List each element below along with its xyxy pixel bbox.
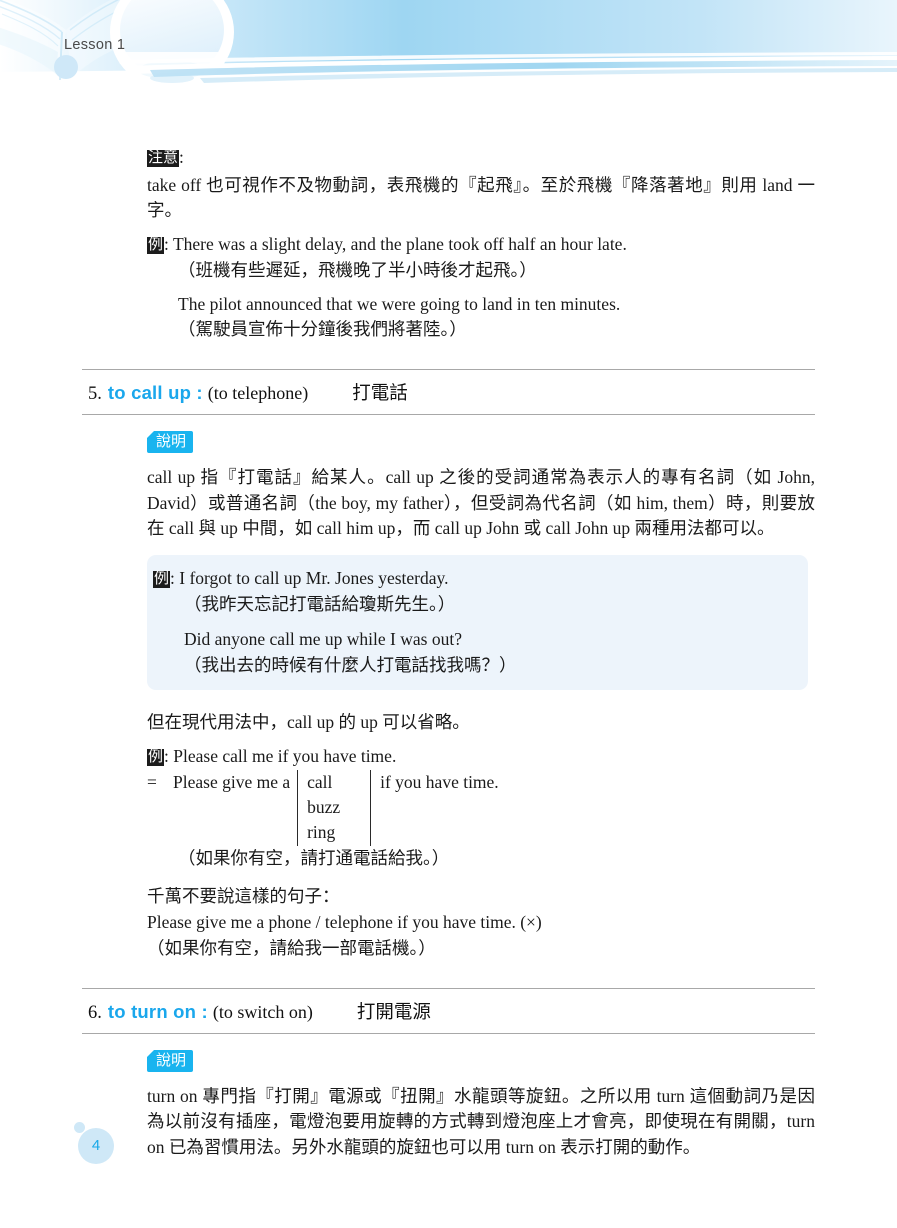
section-6-explain-badge-wrap: 說明 [147,1049,815,1073]
section-5-warning-sentence: Please give me a phone / telephone if yo… [147,912,542,933]
header-dot [54,55,78,79]
section-5-explanation: call up 指『打電話』給某人。call up 之後的受詞通常為表示人的專有… [147,467,815,539]
note-marker-line: 注意: [147,145,815,171]
section-5-alternatives: = Please give me a call buzz ring if you… [147,769,815,846]
section-5-second-example-en: Please call me if you have time. [173,745,397,766]
content-column: 注意: take off 也可視作不及物動詞，表飛機的『起飛』。至於飛機『降落著… [82,100,815,1161]
section-5-followup-note: 但在現代用法中，call up 的 up 可以省略。 [147,712,470,733]
alternatives-zh: （如果你有空，請打通電話給我。） [178,847,450,868]
section-5-example-box: 例: I forgot to call up Mr. Jones yesterd… [147,555,808,691]
section-5-gloss: (to telephone) [207,383,309,404]
section-5-warning-zh: （如果你有空，請給我一部電話機。） [147,937,436,958]
alternatives-equals: = [147,771,157,792]
section-6-explain-badge: 說明 [147,1049,194,1072]
section-5-chinese: 打電話 [352,384,408,405]
page-header-banner: Lesson 1 [0,0,897,100]
example-marker-colon: : [164,234,169,255]
section-5-warning-intro: 千萬不要說這樣的句子： [147,886,340,907]
section-6-term: to turn on : [107,1000,208,1022]
section-5-example-1-line: 例: I forgot to call up Mr. Jones yesterd… [153,565,808,591]
example-marker-badge: 例 [147,237,165,254]
section-5-explanation-block: call up 指『打電話』給某人。call up 之後的受詞通常為表示人的專有… [147,465,815,542]
section-6-explanation: turn on 專門指『打開』電源或『扭開』水龍頭等旋鈕。之所以用 turn 這… [147,1085,815,1158]
section-5-term: to call up : [107,382,203,404]
section-5-explain-badge-wrap: 說明 [147,431,815,454]
note-example-2-zh: （駕駛員宣佈十分鐘後我們將著陸。） [178,319,467,340]
example-marker-badge: 例 [147,748,165,766]
note-block: 注意: take off 也可視作不及物動詞，表飛機的『起飛』。至於飛機『降落著… [147,145,815,343]
section-6-gloss: (to switch on) [212,1001,313,1022]
note-body-text: take off 也可視作不及物動詞，表飛機的『起飛』。至於飛機『降落著地』則用… [147,174,815,221]
alternatives-lead: Please give me a [173,771,291,792]
alternatives-option-1: call [307,771,333,792]
section-5-example-1-zh: （我昨天忘記打電話給瓊斯先生。） [184,594,456,615]
section-5-example-2-en: Did anyone call me up while I was out? [184,628,462,649]
alternatives-option-2: buzz [307,797,341,817]
example-marker-colon: : [164,745,169,766]
section-5-rule-bottom [82,414,815,416]
page-footer: 4 [74,1122,138,1182]
example-marker-colon: : [170,568,175,589]
section-6-rule-bottom [82,1032,815,1034]
section-6-number: 6. [88,1002,102,1023]
note-example-1-line: 例: There was a slight delay, and the pla… [147,232,815,258]
section-5-number: 5. [88,384,102,405]
section-5-followup-block: 但在現代用法中，call up 的 up 可以省略。 例: Please cal… [147,710,815,961]
section-6-explanation-block: turn on 專門指『打開』電源或『扭開』水龍頭等旋鈕。之所以用 turn 這… [147,1084,815,1161]
lesson-title: Lesson 1 [64,37,126,53]
page-number: 4 [91,1137,101,1154]
note-example-1-zh: （班機有些遲延，飛機晚了半小時後才起飛。） [178,259,537,280]
note-example-2-en: The pilot announced that we were going t… [178,293,621,314]
section-5-heading: 5. to call up : (to telephone) 打電話 [82,370,815,414]
section-6-heading: 6. to turn on : (to switch on) 打開電源 [82,989,815,1033]
alternatives-options: call buzz ring [297,769,372,846]
page-body: 注意: take off 也可視作不及物動詞，表飛機的『起飛』。至於飛機『降落著… [0,100,897,1161]
alternatives-tail: if you have time. [380,771,499,792]
example-marker-badge: 例 [153,571,171,588]
section-5-second-example-line: 例: Please call me if you have time. [147,744,815,770]
section-5-explain-badge: 說明 [147,431,194,454]
note-marker-colon: : [179,147,184,167]
alternatives-option-3: ring [307,822,336,843]
header-decoration [0,0,897,91]
section-6-chinese: 打開電源 [356,1002,431,1023]
note-marker-badge: 注意 [147,150,180,167]
header-oval [110,0,234,91]
note-example-1-en: There was a slight delay, and the plane … [172,234,627,255]
section-5-example-2-zh: （我出去的時候有什麼人打電話找我嗎？） [184,654,517,675]
section-5-example-1-en: I forgot to call up Mr. Jones yesterday. [179,568,449,589]
